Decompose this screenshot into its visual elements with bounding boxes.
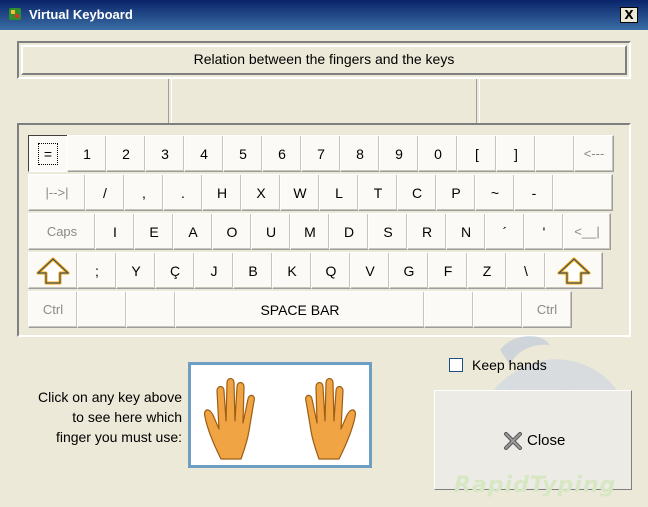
- key-k3-2[interactable]: Y: [116, 252, 156, 289]
- key-shift[interactable]: [545, 252, 603, 289]
- finger-key-relation-banner: Relation between the fingers and the key…: [17, 41, 631, 79]
- key-k1-2[interactable]: ,: [124, 174, 164, 211]
- key-k3-8[interactable]: V: [350, 252, 390, 289]
- key-k2-9[interactable]: R: [407, 213, 447, 250]
- key-blank[interactable]: [535, 135, 575, 172]
- key-blank[interactable]: [473, 291, 523, 328]
- key-k0-8[interactable]: 8: [340, 135, 380, 172]
- key-k0-7[interactable]: 7: [301, 135, 341, 172]
- key-k3-11[interactable]: Z: [467, 252, 507, 289]
- key-k1-3[interactable]: .: [163, 174, 203, 211]
- key-k0-14[interactable]: <---: [574, 135, 614, 172]
- key-k2-4[interactable]: O: [212, 213, 252, 250]
- key-k3-7[interactable]: Q: [311, 252, 351, 289]
- key-k2-11[interactable]: ´: [485, 213, 525, 250]
- key-k0-2[interactable]: 2: [106, 135, 146, 172]
- instruction-line: finger you must use:: [55, 429, 182, 445]
- key-k0-0[interactable]: =: [28, 135, 68, 172]
- title-bar: Virtual Keyboard X: [0, 0, 648, 30]
- key-k3-6[interactable]: K: [272, 252, 312, 289]
- key-k0-3[interactable]: 3: [145, 135, 185, 172]
- key-k0-12[interactable]: ]: [496, 135, 536, 172]
- key-k0-10[interactable]: 0: [418, 135, 458, 172]
- key-k1-9[interactable]: C: [397, 174, 437, 211]
- instructions-text: Click on any key above to see here which…: [14, 387, 182, 447]
- key-k3-4[interactable]: J: [194, 252, 234, 289]
- key-space-bar[interactable]: SPACE BAR: [175, 291, 425, 328]
- key-k4-0[interactable]: Ctrl: [28, 291, 78, 328]
- keyboard-panel: = 1 2 3 4 5 6 7 8 9 0[] <--- |-->| /,. H X W L T C P ~ - Caps I E…: [17, 123, 631, 337]
- key-k1-12[interactable]: -: [514, 174, 554, 211]
- key-k2-12[interactable]: ': [524, 213, 564, 250]
- key-k0-1[interactable]: 1: [67, 135, 107, 172]
- key-k1-11[interactable]: ~: [475, 174, 515, 211]
- key-k4-6[interactable]: Ctrl: [522, 291, 572, 328]
- instruction-line: Click on any key above: [38, 389, 182, 405]
- keep-hands-checkbox[interactable]: [449, 358, 463, 372]
- key-k2-2[interactable]: E: [134, 213, 174, 250]
- key-k3-3[interactable]: Ç: [155, 252, 195, 289]
- virtual-keyboard-window: Virtual Keyboard X Relation between the …: [0, 0, 648, 507]
- key-k1-7[interactable]: L: [319, 174, 359, 211]
- brand-watermark: RapidTyping: [454, 473, 617, 498]
- instruction-line: to see here which: [72, 409, 182, 425]
- key-blank[interactable]: [553, 174, 613, 211]
- shift-arrow-icon: [557, 257, 591, 284]
- key-k2-3[interactable]: A: [173, 213, 213, 250]
- shift-arrow-icon: [36, 257, 70, 284]
- key-k2-10[interactable]: N: [446, 213, 486, 250]
- connector-line: [168, 79, 172, 123]
- keep-hands-label[interactable]: Keep hands: [472, 357, 547, 373]
- key-k2-0[interactable]: Caps: [28, 213, 96, 250]
- key-blank[interactable]: [126, 291, 176, 328]
- key-k0-5[interactable]: 5: [223, 135, 263, 172]
- key-label: =: [37, 142, 59, 165]
- key-k1-6[interactable]: W: [280, 174, 320, 211]
- key-k3-12[interactable]: \: [506, 252, 546, 289]
- key-blank[interactable]: [424, 291, 474, 328]
- key-k3-5[interactable]: B: [233, 252, 273, 289]
- key-k1-5[interactable]: X: [241, 174, 281, 211]
- key-k3-10[interactable]: F: [428, 252, 468, 289]
- key-k0-11[interactable]: [: [457, 135, 497, 172]
- key-k3-9[interactable]: G: [389, 252, 429, 289]
- window-close-button[interactable]: X: [620, 7, 638, 23]
- key-blank[interactable]: [77, 291, 127, 328]
- key-k2-7[interactable]: D: [329, 213, 369, 250]
- connector-line: [476, 79, 480, 123]
- key-k2-1[interactable]: I: [95, 213, 135, 250]
- key-k2-6[interactable]: M: [290, 213, 330, 250]
- key-shift[interactable]: [28, 252, 78, 289]
- key-k2-5[interactable]: U: [251, 213, 291, 250]
- key-k2-8[interactable]: S: [368, 213, 408, 250]
- key-k1-1[interactable]: /: [85, 174, 125, 211]
- hands-preview: [188, 362, 372, 468]
- close-icon: [504, 432, 522, 450]
- key-k2-13[interactable]: <__|: [563, 213, 611, 250]
- key-k0-6[interactable]: 6: [262, 135, 302, 172]
- hands-icon: [204, 377, 356, 460]
- close-label: Close: [527, 432, 566, 449]
- key-k3-1[interactable]: ;: [77, 252, 117, 289]
- key-k1-10[interactable]: P: [436, 174, 476, 211]
- key-k1-8[interactable]: T: [358, 174, 398, 211]
- key-k0-9[interactable]: 9: [379, 135, 419, 172]
- window-title: Virtual Keyboard: [29, 7, 133, 22]
- app-icon: [9, 8, 21, 20]
- key-k0-4[interactable]: 4: [184, 135, 224, 172]
- relation-label: Relation between the fingers and the key…: [193, 51, 455, 67]
- key-k1-4[interactable]: H: [202, 174, 242, 211]
- key-k1-0[interactable]: |-->|: [28, 174, 86, 211]
